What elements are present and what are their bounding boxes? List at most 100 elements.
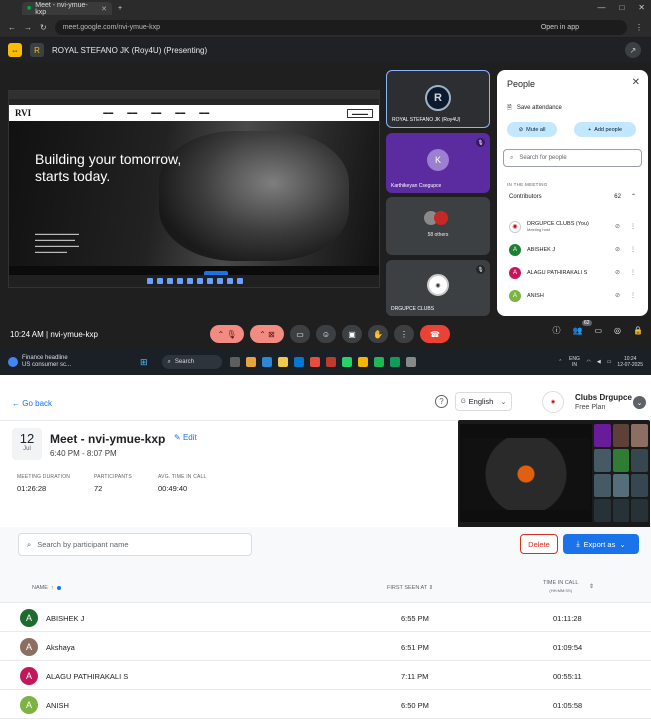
- participant-search-input[interactable]: ⌕ Search by participant name: [18, 533, 252, 556]
- list-item[interactable]: ◉ DRGUPCE CLUBS (You) Meeting host ⊘ ⋮: [503, 215, 642, 238]
- app-icon[interactable]: [245, 357, 256, 367]
- sort-icon[interactable]: ⇕: [589, 583, 594, 590]
- list-item[interactable]: A ABISHEK J ⊘ ⋮: [503, 238, 642, 261]
- mic-toggle-button[interactable]: ⌃ 🎙: [210, 325, 244, 343]
- back-icon[interactable]: ←: [8, 23, 16, 32]
- table-row[interactable]: A Akshaya 6:51 PM 01:09:54: [0, 632, 651, 661]
- add-people-button[interactable]: + Add people: [574, 122, 636, 137]
- more-icon[interactable]: ⋮: [630, 223, 636, 230]
- news-widget[interactable]: Finance headline US consumer sc...: [0, 355, 140, 369]
- list-item[interactable]: A ANISH ⊘ ⋮: [503, 284, 642, 307]
- language-select[interactable]: G English ⌄: [455, 392, 512, 411]
- edit-button[interactable]: ✎ Edit: [174, 433, 197, 442]
- table-row[interactable]: A ALAGU PATHIRAKALI S 7:11 PM 00:55:11: [0, 661, 651, 690]
- info-icon[interactable]: ⓘ: [553, 325, 561, 336]
- battery-icon[interactable]: ▭: [607, 359, 612, 365]
- volume-icon[interactable]: ◀: [597, 359, 601, 365]
- site-logo: RVI: [15, 108, 32, 118]
- shared-taskbar: [9, 275, 379, 287]
- activities-icon[interactable]: ◎: [614, 326, 621, 335]
- open-in-app[interactable]: Open in app: [541, 24, 619, 31]
- language-indicator[interactable]: ENG IN: [568, 356, 580, 368]
- name-column-header[interactable]: NAME ↑: [32, 585, 61, 591]
- expand-icon[interactable]: ↗: [625, 42, 641, 58]
- taskbar-search[interactable]: ⌕ Search: [161, 355, 222, 369]
- close-tab-icon[interactable]: ✕: [101, 5, 107, 13]
- save-attendance[interactable]: 🗎 Save attendance: [507, 103, 562, 113]
- window-controls: — □ ✕: [597, 3, 645, 12]
- maximize-icon[interactable]: □: [619, 3, 624, 12]
- browser-tab[interactable]: ■ Meet - nvi-ymue-kxp ✕: [22, 2, 112, 16]
- chevron-up-icon[interactable]: ⌃: [558, 359, 562, 365]
- url-field[interactable]: meet.google.com/nvi-ymue-kxp Open in app: [54, 19, 627, 35]
- table-row[interactable]: A ABISHEK J 6:55 PM 01:11:28: [0, 603, 651, 632]
- app-icon[interactable]: [261, 357, 272, 367]
- more-icon[interactable]: ⋮: [630, 292, 636, 299]
- first-seen-column-header[interactable]: FIRST SEEN AT ⇕: [387, 585, 433, 591]
- app-icon[interactable]: [293, 357, 304, 367]
- person-name: ABISHEK J: [527, 246, 556, 253]
- table-row[interactable]: A ANISH 6:50 PM 01:05:58: [0, 690, 651, 719]
- app-icon[interactable]: [357, 357, 368, 367]
- avatar: A: [20, 667, 38, 685]
- list-item[interactable]: A ALAGU PATHIRAKALI S ⊘ ⋮: [503, 261, 642, 284]
- delete-button[interactable]: Delete: [520, 534, 558, 554]
- more-options-button[interactable]: ⋮: [394, 325, 414, 343]
- language-value: English: [468, 397, 494, 406]
- participant-name: ANISH: [46, 701, 69, 710]
- mic-off-icon[interactable]: ⊘: [615, 292, 620, 299]
- close-window-icon[interactable]: ✕: [638, 3, 645, 12]
- more-icon[interactable]: ⋮: [635, 23, 643, 32]
- people-search[interactable]: ⌕ Search for people: [503, 149, 642, 167]
- app-icon[interactable]: [229, 357, 240, 367]
- present-icon[interactable]: ⇔: [8, 43, 22, 57]
- mute-all-button[interactable]: ⊘ Mute all: [507, 122, 557, 137]
- news-text: Finance headline US consumer sc...: [22, 355, 71, 369]
- tile-others[interactable]: 58 others: [386, 197, 490, 255]
- contributors-header[interactable]: Contributors 62 ⌃: [503, 193, 642, 201]
- export-button[interactable]: ⤓ Export as ⌄: [563, 534, 639, 554]
- account-menu-icon[interactable]: ⌄: [633, 396, 646, 409]
- app-icon[interactable]: [405, 357, 416, 367]
- leave-call-button[interactable]: ☎: [420, 325, 450, 343]
- lock-icon[interactable]: 🔒: [633, 326, 643, 335]
- chevron-up-icon: ⌃: [630, 194, 636, 200]
- present-button[interactable]: ▣: [342, 325, 362, 343]
- clock[interactable]: 10:24 12-07-2025: [617, 356, 643, 368]
- time-in-call-column-header[interactable]: TIME IN CALL (HH:MM:SS): [543, 579, 578, 595]
- mic-off-icon[interactable]: ⊘: [615, 269, 620, 276]
- app-icon[interactable]: [373, 357, 384, 367]
- app-icon[interactable]: [341, 357, 352, 367]
- emoji-button[interactable]: ☺: [316, 325, 336, 343]
- app-icon[interactable]: [389, 357, 400, 367]
- add-people-label: Add people: [594, 126, 623, 133]
- tile-karthikeyan[interactable]: 🎙 K Karthikeyan Csegupce: [386, 133, 490, 193]
- app-icon[interactable]: [277, 357, 288, 367]
- people-icon[interactable]: 👥: [573, 326, 583, 335]
- meeting-thumbnail[interactable]: [458, 420, 650, 528]
- avatar: A: [509, 266, 521, 279]
- mic-off-icon[interactable]: ⊘: [615, 246, 620, 253]
- go-back-link[interactable]: ← Go back: [12, 399, 52, 408]
- more-icon[interactable]: ⋮: [630, 246, 636, 253]
- forward-icon[interactable]: →: [24, 23, 32, 32]
- minimize-icon[interactable]: —: [597, 3, 605, 12]
- avatar: ◉: [509, 220, 521, 233]
- tile-presenter[interactable]: R ROYAL STEFANO JK (Roy4U): [386, 70, 490, 128]
- app-icon[interactable]: [325, 357, 336, 367]
- camera-toggle-button[interactable]: ⌃ ⊠: [250, 325, 284, 343]
- more-icon[interactable]: ⋮: [630, 269, 636, 276]
- windows-start-icon[interactable]: ⊞: [140, 357, 148, 368]
- mic-off-icon[interactable]: ⊘: [615, 223, 620, 230]
- captions-button[interactable]: ▭: [290, 325, 310, 343]
- close-icon[interactable]: ✕: [632, 77, 640, 88]
- help-icon[interactable]: ?: [435, 395, 448, 408]
- chat-icon[interactable]: ▭: [594, 326, 602, 335]
- reload-icon[interactable]: ↻: [40, 23, 47, 32]
- tile-club[interactable]: 🎙 ◉ DRGUPCE CLUBS: [386, 260, 490, 316]
- app-icon[interactable]: [309, 357, 320, 367]
- new-tab-icon[interactable]: +: [118, 5, 122, 12]
- raise-hand-button[interactable]: ✋: [368, 325, 388, 343]
- stat-label: MEETING DURATION: [17, 474, 71, 480]
- wifi-icon[interactable]: ◠: [586, 359, 590, 365]
